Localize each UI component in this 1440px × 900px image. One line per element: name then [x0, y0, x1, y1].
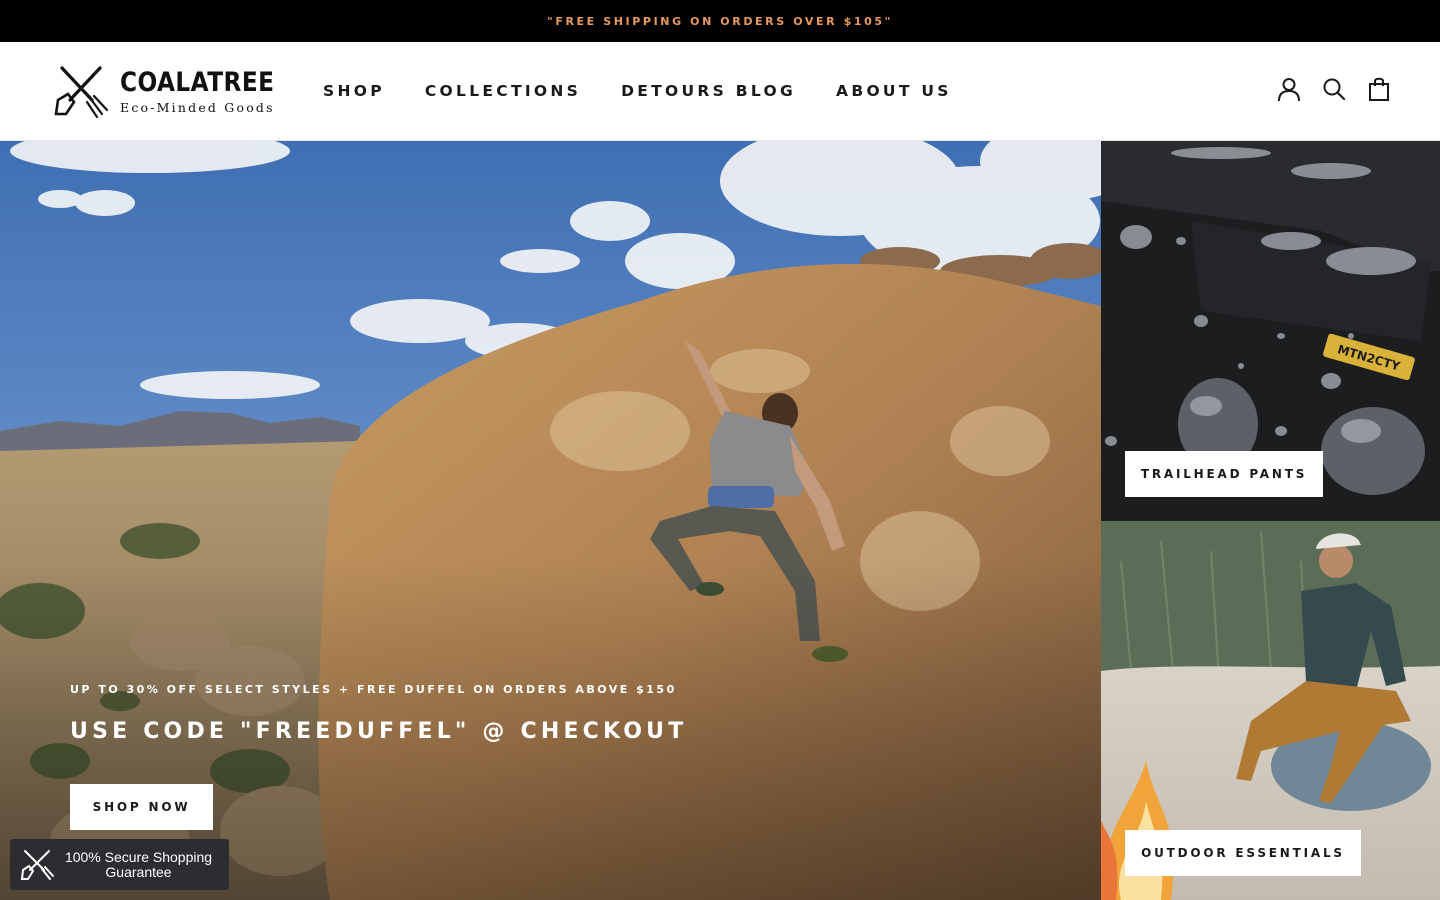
secure-shopping-text: 100% Secure Shopping Guarantee [64, 848, 213, 880]
search-icon[interactable] [1321, 76, 1347, 102]
brand-tagline: Eco-Minded Goods [120, 100, 275, 115]
cart-icon[interactable] [1366, 76, 1392, 102]
hero-title: USE CODE "FREEDUFFEL" @ CHECKOUT [70, 719, 688, 744]
brand-name: COALATREE [120, 67, 275, 98]
site-header: COALATREE Eco-Minded Goods SHOP COLLECTI… [0, 42, 1440, 141]
header-actions [1257, 76, 1392, 102]
outdoor-essentials-button[interactable]: OUTDOOR ESSENTIALS [1125, 830, 1361, 876]
shop-now-button[interactable]: SHOP NOW [70, 784, 213, 830]
announcement-text: "FREE SHIPPING ON ORDERS OVER $105" [547, 14, 893, 28]
nav-collections[interactable]: COLLECTIONS [425, 82, 581, 100]
brand-logo[interactable]: COALATREE Eco-Minded Goods [50, 64, 290, 120]
shovel-fork-icon [20, 849, 54, 880]
account-icon[interactable] [1276, 76, 1302, 102]
main-nav: SHOP COLLECTIONS DETOURS BLOG ABOUT US [323, 42, 992, 140]
nav-shop[interactable]: SHOP [323, 82, 385, 100]
tile-outdoor-essentials[interactable]: OUTDOOR ESSENTIALS [1101, 521, 1440, 900]
hero-subtitle: UP TO 30% OFF SELECT STYLES + FREE DUFFE… [70, 683, 677, 696]
shovel-fork-icon [54, 66, 109, 119]
secure-shopping-badge[interactable]: 100% Secure Shopping Guarantee [10, 839, 229, 890]
nav-detours-blog[interactable]: DETOURS BLOG [621, 82, 796, 100]
hero-banner: UP TO 30% OFF SELECT STYLES + FREE DUFFE… [0, 141, 1101, 900]
trailhead-pants-button[interactable]: TRAILHEAD PANTS [1125, 451, 1323, 497]
announcement-bar: "FREE SHIPPING ON ORDERS OVER $105" [0, 0, 1440, 42]
nav-about-us[interactable]: ABOUT US [836, 82, 952, 100]
tile-trailhead-pants[interactable]: MTN2CTY TRAILHEAD PANTS [1101, 141, 1440, 521]
